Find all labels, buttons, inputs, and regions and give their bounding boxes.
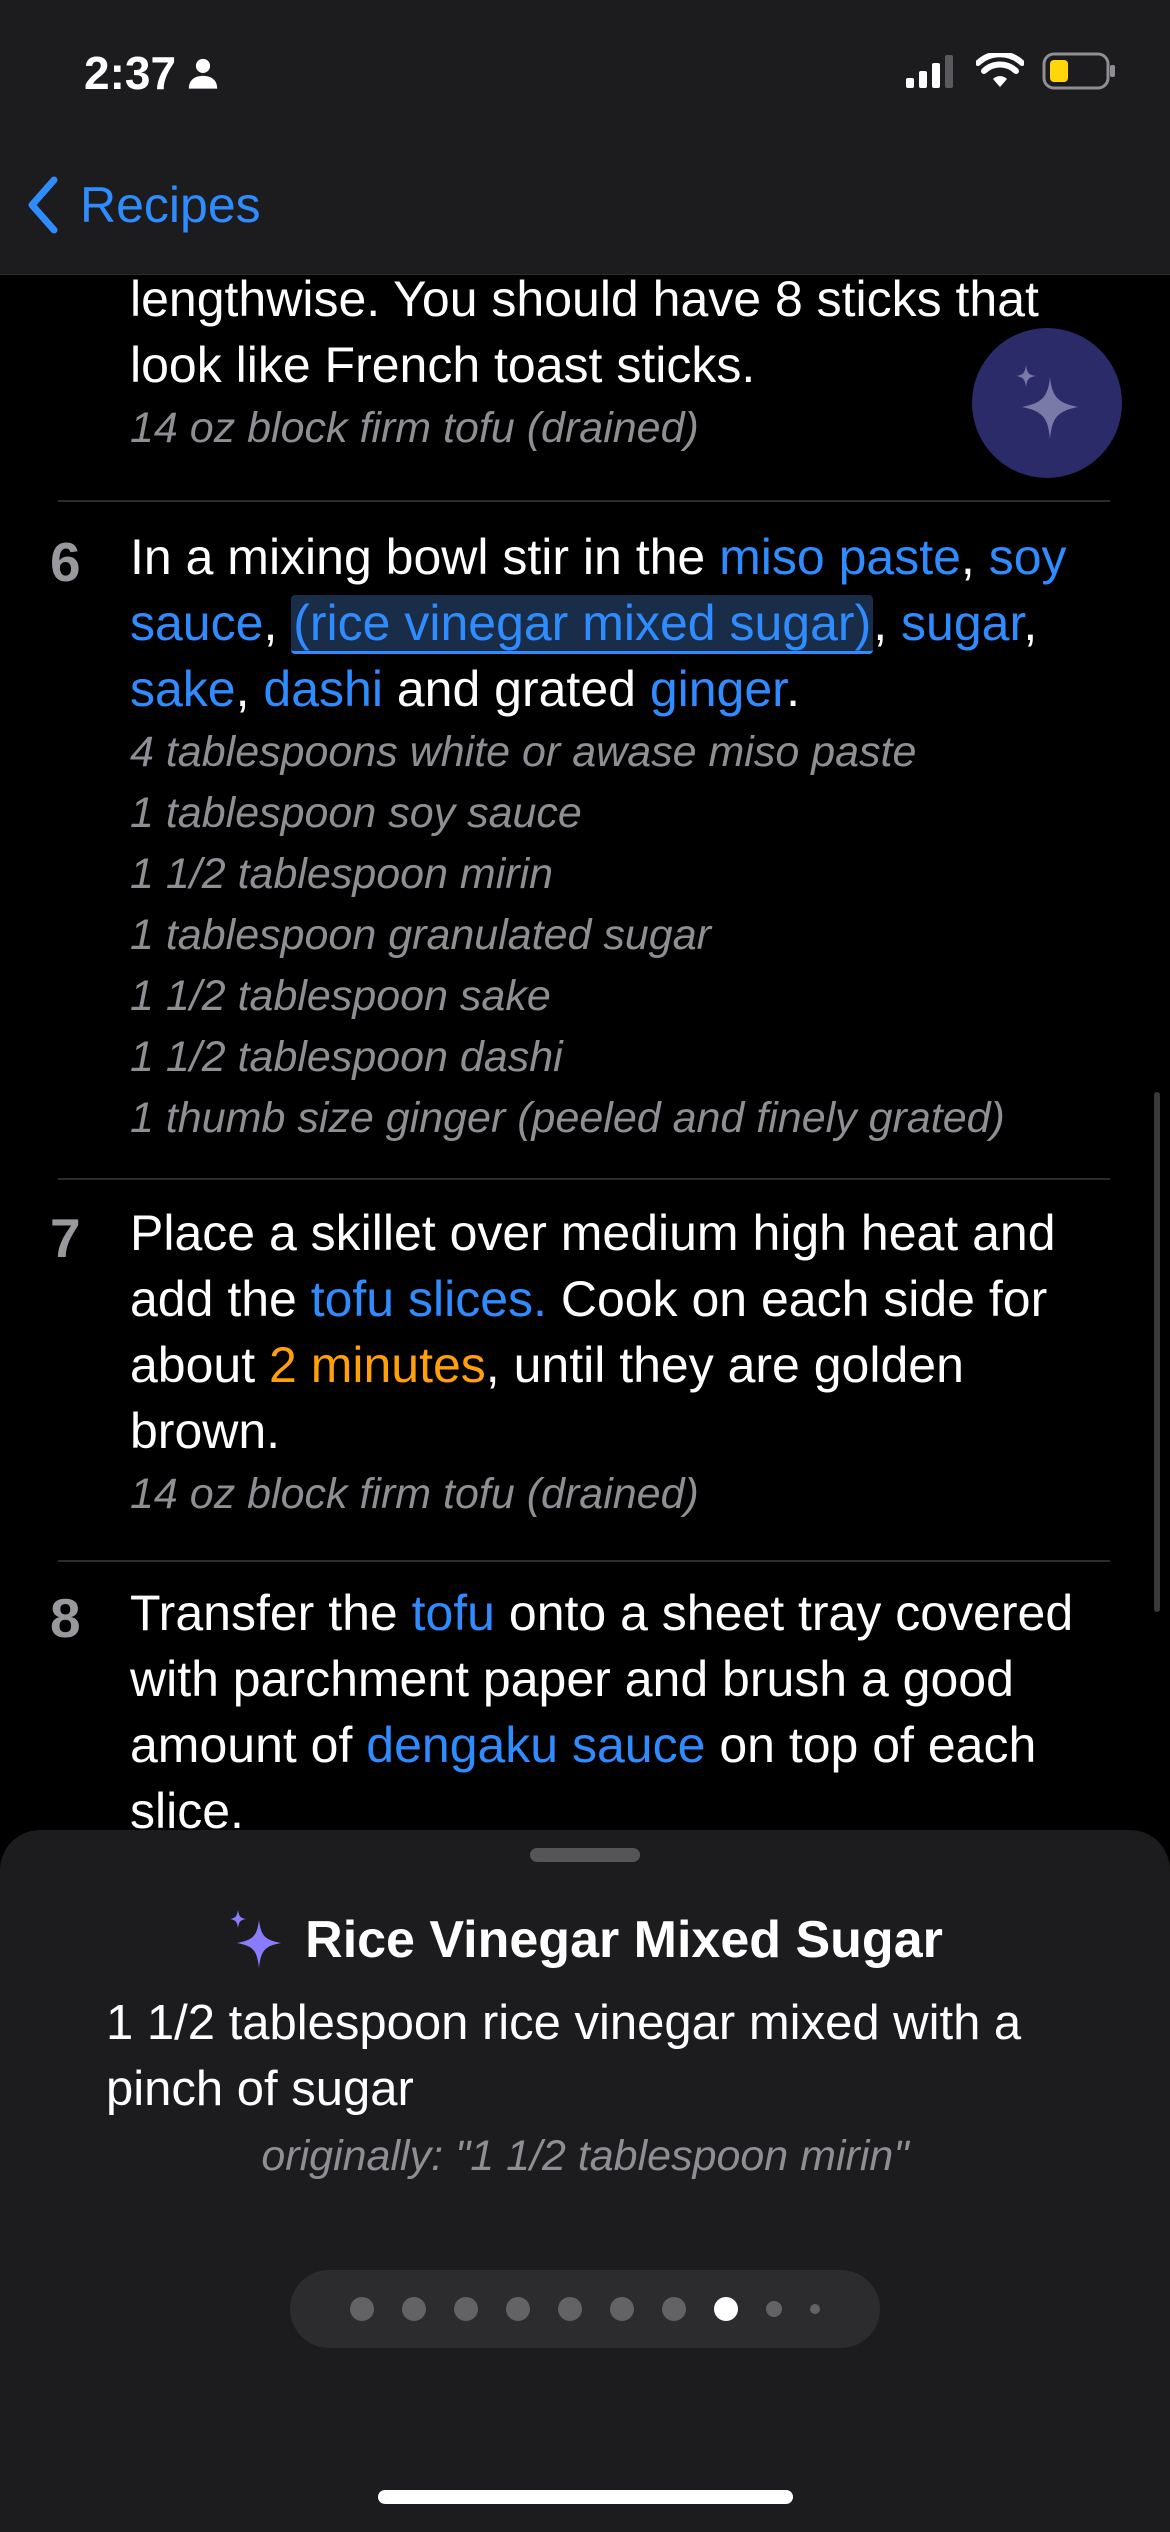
- page-dot-active[interactable]: [714, 2297, 738, 2321]
- step-6-ingredient: 4 tablespoons white or awase miso paste: [130, 728, 917, 776]
- sheet-title: Rice Vinegar Mixed Sugar: [305, 1911, 943, 1969]
- status-time: 2:37: [84, 46, 220, 100]
- ingredient-link-tofu[interactable]: tofu: [412, 1585, 495, 1641]
- step-divider: [58, 500, 1110, 502]
- step-8-text: Transfer the tofu onto a sheet tray cove…: [130, 1580, 1120, 1834]
- page-dot[interactable]: [506, 2297, 530, 2321]
- step-6-text: In a mixing bowl stir in the miso paste,…: [130, 524, 1120, 1149]
- page-dot[interactable]: [766, 2301, 782, 2317]
- step-6-text-part: ,: [960, 529, 989, 585]
- step-6-text-part: In a mixing bowl stir in the: [130, 529, 720, 585]
- page-dot[interactable]: [558, 2297, 582, 2321]
- step-divider: [58, 1178, 1110, 1180]
- ingredient-link-tofu-slices[interactable]: tofu slices.: [311, 1271, 547, 1327]
- step-7-instruction: Place a skillet over medium high heat an…: [130, 1200, 1120, 1464]
- step-7-ingredient: 14 oz block firm tofu (drained): [130, 1470, 699, 1518]
- step-6-text-part: ,: [873, 595, 902, 651]
- ingredient-link-sake[interactable]: sake: [130, 661, 236, 717]
- step-7-number: 7: [50, 1207, 81, 1269]
- sheet-description: 1 1/2 tablespoon rice vinegar mixed with…: [106, 1996, 1022, 2116]
- ingredient-link-dashi[interactable]: dashi: [263, 661, 383, 717]
- ingredient-link-substitution[interactable]: (rice vinegar mixed sugar): [291, 595, 874, 654]
- timer-link[interactable]: 2 minutes: [269, 1337, 486, 1393]
- step-6-ingredient: 1 tablespoon granulated sugar: [130, 911, 711, 959]
- ai-substitute-button[interactable]: [972, 328, 1122, 478]
- sparkles-icon: [1016, 365, 1078, 439]
- step-7-text: Place a skillet over medium high heat an…: [130, 1200, 1120, 1525]
- step-5-line-1: lengthwise. You should have 8 sticks tha…: [130, 274, 1039, 327]
- chevron-left-icon: [28, 176, 58, 234]
- ingredient-link-sugar[interactable]: sugar: [901, 595, 1023, 651]
- step-8-instruction: Transfer the tofu onto a sheet tray cove…: [130, 1580, 1120, 1834]
- step-divider: [58, 1560, 1110, 1562]
- battery-icon: [1042, 52, 1115, 90]
- page-dot[interactable]: [402, 2297, 426, 2321]
- step-6-instruction: In a mixing bowl stir in the miso paste,…: [130, 524, 1120, 722]
- page-dot[interactable]: [454, 2297, 478, 2321]
- step-6-text-part: ,: [235, 661, 264, 717]
- wifi-icon: [976, 53, 1024, 87]
- ingredient-link-ginger[interactable]: ginger: [650, 661, 786, 717]
- page-dot[interactable]: [610, 2297, 634, 2321]
- page-indicator[interactable]: [290, 2270, 880, 2348]
- sheet-header: Rice Vinegar Mixed Sugar: [0, 1910, 1170, 1970]
- signal-icon: [906, 55, 953, 88]
- step-6-text-part: and grated: [382, 661, 650, 717]
- step-6-ingredient: 1 thumb size ginger (peeled and finely g…: [130, 1094, 1005, 1142]
- step-6-text-part: .: [786, 661, 800, 717]
- step-6-ingredient: 1 tablespoon soy sauce: [130, 789, 582, 837]
- back-button-label: Recipes: [80, 177, 261, 233]
- ingredient-link-miso-paste[interactable]: miso paste: [719, 529, 961, 585]
- step-6-ingredient: 1 1/2 tablespoon dashi: [130, 1033, 563, 1081]
- recipe-steps-list[interactable]: lengthwise. You should have 8 sticks tha…: [0, 274, 1170, 1834]
- page-dot[interactable]: [662, 2297, 686, 2321]
- back-button[interactable]: Recipes: [26, 176, 261, 234]
- sheet-original-note: originally: "1 1/2 tablespoon mirin": [261, 2132, 909, 2180]
- step-5-text: lengthwise. You should have 8 sticks tha…: [130, 274, 1120, 459]
- step-8-number: 8: [50, 1587, 81, 1649]
- step-5-line-2: look like French toast sticks.: [130, 337, 756, 393]
- page-dot[interactable]: [350, 2297, 374, 2321]
- sparkles-icon: [230, 1910, 282, 1968]
- step-6-number: 6: [50, 531, 81, 593]
- sheet-grabber[interactable]: [530, 1848, 640, 1862]
- step-6-text-part: ,: [1023, 595, 1038, 651]
- status-icons: [906, 52, 1116, 90]
- step-6-ingredient: 1 1/2 tablespoon sake: [130, 972, 551, 1020]
- person-icon: [188, 58, 218, 89]
- scrollbar[interactable]: [1154, 1092, 1160, 1612]
- ingredient-link-dengaku-sauce[interactable]: dengaku sauce: [366, 1717, 705, 1773]
- substitution-sheet[interactable]: Rice Vinegar Mixed Sugar 1 1/2 tablespoo…: [0, 1830, 1170, 2532]
- page-dot[interactable]: [810, 2304, 820, 2314]
- step-6-ingredient: 1 1/2 tablespoon mirin: [130, 850, 554, 898]
- top-bar: 2:37 Recipes: [0, 0, 1170, 275]
- home-indicator[interactable]: [378, 2490, 793, 2504]
- step-6-text-part: ,: [263, 595, 292, 651]
- status-time-label: 2:37: [84, 47, 177, 99]
- step-8-text-part: Transfer the: [130, 1585, 412, 1641]
